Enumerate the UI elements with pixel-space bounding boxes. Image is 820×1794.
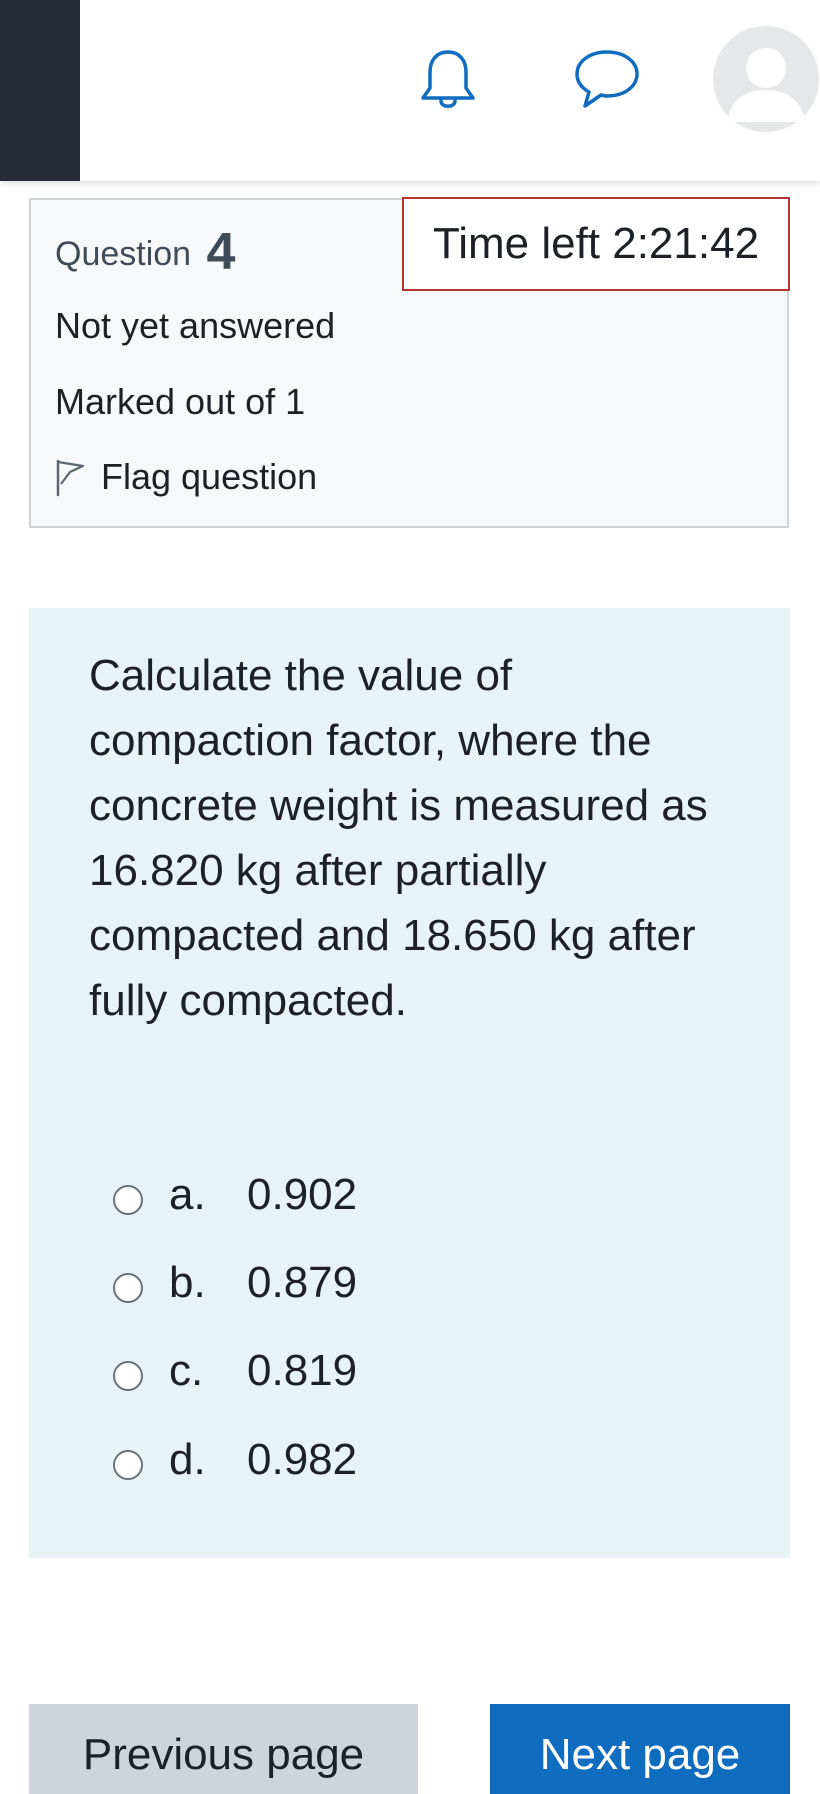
answer-option-d[interactable]: d. 0.982	[113, 1430, 357, 1490]
flag-question-label: Flag question	[101, 456, 318, 497]
question-state: Not yet answered	[55, 305, 336, 346]
flag-question-button[interactable]: Flag question	[53, 456, 317, 498]
answer-letter: a.	[169, 1170, 206, 1219]
answer-letter: d.	[169, 1435, 206, 1484]
question-content: Calculate the value of compaction factor…	[29, 608, 790, 1558]
radio-button[interactable]	[113, 1273, 143, 1303]
answer-option-a[interactable]: a. 0.902	[113, 1165, 357, 1225]
user-silhouette-icon	[727, 48, 805, 122]
radio-button[interactable]	[113, 1361, 143, 1391]
radio-button[interactable]	[113, 1450, 143, 1480]
answer-value: 0.879	[247, 1258, 358, 1307]
quiz-timer: Time left 2:21:42	[402, 197, 790, 291]
message-icon[interactable]	[573, 48, 641, 110]
answer-letter: b.	[169, 1258, 206, 1307]
top-navbar	[0, 0, 820, 181]
answer-option-b[interactable]: b. 0.879	[113, 1253, 357, 1313]
next-page-button[interactable]: Next page	[490, 1704, 790, 1794]
bell-icon[interactable]	[418, 48, 478, 114]
answer-letter: c.	[169, 1346, 204, 1395]
flag-icon	[56, 459, 85, 497]
user-avatar[interactable]	[713, 26, 819, 132]
previous-page-button[interactable]: Previous page	[29, 1704, 418, 1794]
answer-value: 0.982	[247, 1435, 358, 1484]
question-text: Calculate the value of compaction factor…	[89, 651, 708, 1025]
question-number-heading: Question 4	[55, 222, 235, 282]
radio-button[interactable]	[113, 1185, 143, 1215]
question-label: Question	[55, 235, 192, 273]
answer-value: 0.902	[247, 1170, 358, 1219]
answer-option-c[interactable]: c. 0.819	[113, 1341, 357, 1401]
drawer-strip[interactable]	[0, 0, 80, 181]
question-number: 4	[206, 223, 236, 281]
answer-value: 0.819	[247, 1346, 358, 1395]
question-grade: Marked out of 1	[55, 381, 306, 422]
